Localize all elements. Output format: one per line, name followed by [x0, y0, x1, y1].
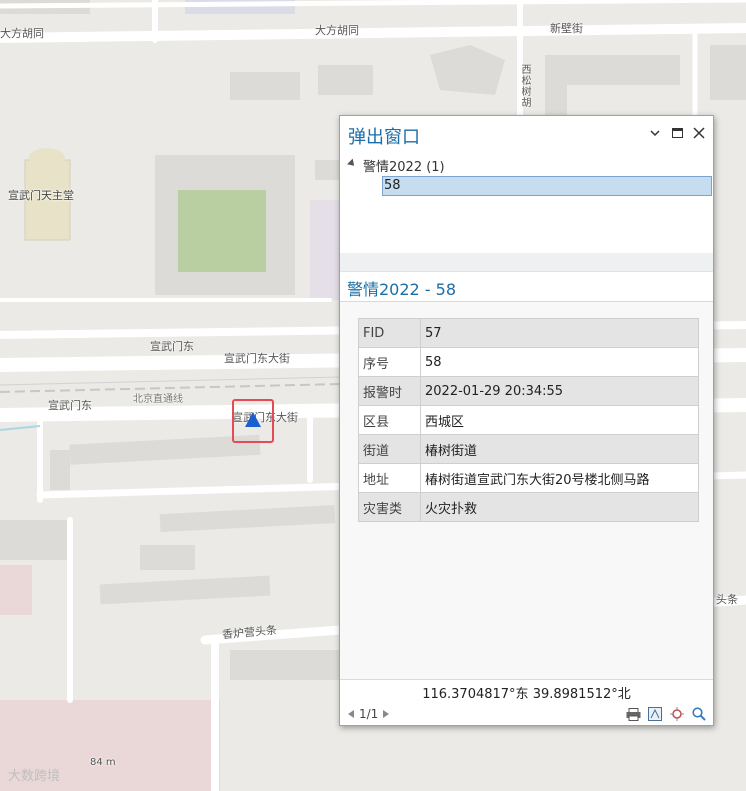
- attribute-value: 椿树街道: [420, 434, 699, 464]
- pane-splitter[interactable]: [340, 253, 713, 272]
- table-row: 灾害类 火灾扑救: [358, 492, 699, 522]
- building: [50, 450, 70, 490]
- pager-text: 1/1: [359, 707, 379, 721]
- building: [230, 72, 300, 100]
- map-label-street: 西松树胡: [519, 64, 530, 108]
- coordinate-text: 116.3704817°东 39.8981512°北: [422, 686, 631, 702]
- window-controls: [647, 125, 707, 141]
- table-row: 街道 椿树街道: [358, 434, 699, 464]
- building: [29, 148, 65, 168]
- building: [0, 520, 70, 560]
- building: [310, 200, 340, 300]
- popup-navigation: 1/1: [340, 703, 713, 725]
- map-label-street: 新壁街: [550, 22, 583, 35]
- map-label-street: 宣武门东大街: [224, 352, 290, 365]
- next-arrow-icon[interactable]: [383, 710, 390, 718]
- map-flash-icon[interactable]: [647, 706, 663, 722]
- attribute-table: FID 57 序号 58 报警时 2022-01-29 20:34:55 区县 …: [358, 318, 699, 522]
- attribute-key: 街道: [358, 434, 421, 464]
- table-row: 区县 西城区: [358, 405, 699, 435]
- attribute-key: 灾害类: [358, 492, 421, 522]
- popup-title: 弹出窗口: [348, 127, 420, 148]
- building: [230, 650, 340, 680]
- attribute-value: 58: [420, 347, 699, 377]
- building: [545, 55, 567, 115]
- chevron-down-icon[interactable]: [647, 125, 663, 141]
- attribute-key: 报警时: [358, 376, 421, 406]
- attribute-value: 57: [420, 318, 699, 348]
- collapse-triangle-icon[interactable]: [347, 158, 357, 169]
- incident-point-icon[interactable]: [245, 412, 261, 427]
- attribute-key: FID: [358, 318, 421, 348]
- maximize-icon[interactable]: [669, 125, 685, 141]
- map-label-rail: 北京直通线: [133, 394, 183, 405]
- table-row: FID 57: [358, 318, 699, 348]
- feature-title: 警情2022 - 58: [347, 280, 457, 299]
- building: [710, 45, 746, 100]
- map-scale-label: 84 m: [90, 757, 116, 768]
- map-label-street: 头条: [716, 593, 738, 606]
- table-row: 报警时 2022-01-29 20:34:55: [358, 376, 699, 406]
- table-row: 地址 椿树街道宣武门东大街20号楼北侧马路: [358, 463, 699, 493]
- building: [315, 160, 339, 180]
- tree-layer-label: 警情2022 (1): [363, 159, 445, 175]
- map-label-street: 大方胡同: [315, 24, 359, 37]
- coordinate-readout: 116.3704817°东 39.8981512°北: [340, 679, 713, 704]
- building: [0, 565, 32, 615]
- selected-feature-highlight[interactable]: [232, 399, 274, 443]
- building: [318, 65, 373, 95]
- map-label-street: 宣武门东: [48, 399, 92, 412]
- print-icon[interactable]: [625, 706, 641, 722]
- watermark: 大数跨境: [8, 769, 61, 784]
- popup-window: 弹出窗口 警情2022 (1) 58 警情2022 - 58 FID 57 序号: [339, 115, 714, 726]
- attribute-value: 西城区: [420, 405, 699, 435]
- popup-tools: [625, 706, 707, 722]
- attribute-value: 2022-01-29 20:34:55: [420, 376, 699, 406]
- map-label-poi: 宣武门天主堂: [8, 189, 74, 202]
- attribute-key: 区县: [358, 405, 421, 435]
- previous-arrow-icon[interactable]: [348, 710, 354, 718]
- attribute-value: 椿树街道宣武门东大街20号楼北侧马路: [420, 463, 699, 493]
- table-row: 序号 58: [358, 347, 699, 377]
- map-label-street: 大方胡同: [0, 27, 44, 40]
- attribute-key: 地址: [358, 463, 421, 493]
- zoom-to-icon[interactable]: [691, 706, 707, 722]
- tree-layer-node[interactable]: 警情2022 (1): [347, 156, 713, 175]
- tree-feature-item[interactable]: 58: [382, 176, 712, 196]
- building: [140, 545, 195, 570]
- feature-tree: 警情2022 (1) 58: [347, 156, 713, 196]
- close-icon[interactable]: [691, 125, 707, 141]
- attribute-value: 火灾扑救: [420, 492, 699, 522]
- pan-to-icon[interactable]: [669, 706, 685, 722]
- attribute-key: 序号: [358, 347, 421, 377]
- map-label-street: 宣武门东: [150, 340, 194, 353]
- green-area: [178, 190, 266, 272]
